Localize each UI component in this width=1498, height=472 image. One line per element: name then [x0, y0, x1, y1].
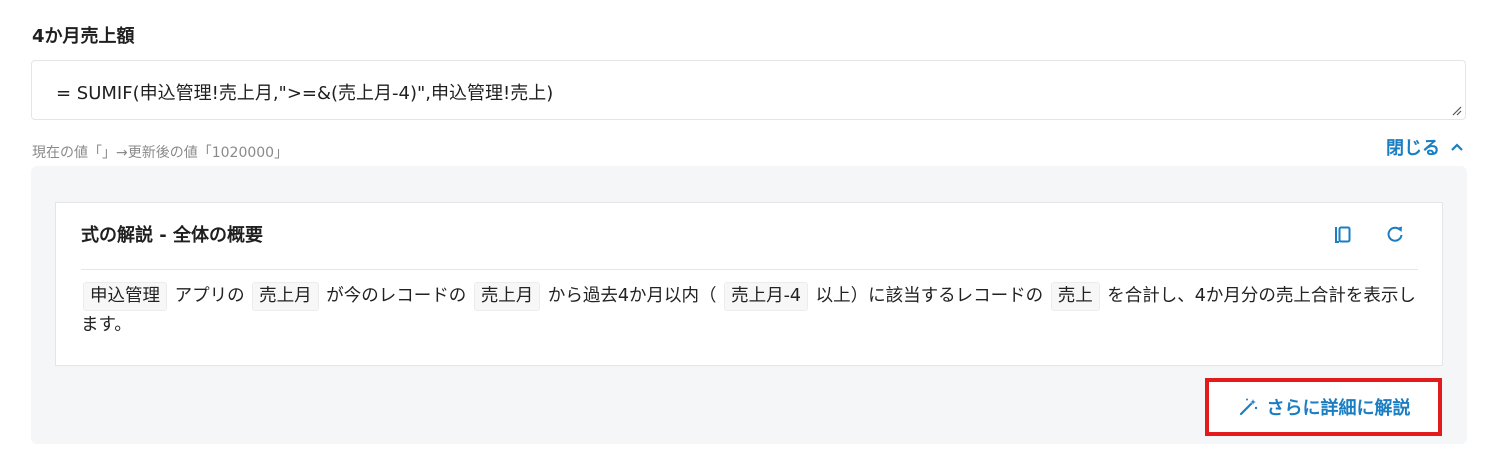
explanation-panel: 式の解説 - 全体の概要 申込管理 アプリの 売上月 が今のレコードの 売上月	[31, 166, 1467, 444]
card-divider	[81, 269, 1418, 270]
formula-textarea[interactable]: = SUMIF(申込管理!売上月,">=&(売上月-4)",申込管理!売上)	[31, 60, 1466, 120]
explanation-segment: が今のレコードの	[326, 286, 467, 306]
explanation-segment: 以上）に該当するレコードの	[815, 286, 1044, 306]
copy-icon	[1335, 226, 1351, 243]
resize-handle-icon[interactable]	[1450, 104, 1462, 116]
explanation-card: 式の解説 - 全体の概要 申込管理 アプリの 売上月 が今のレコードの 売上月	[55, 202, 1443, 366]
field-chip: 売上	[1050, 282, 1100, 311]
close-toggle-button[interactable]: 閉じる	[1386, 134, 1464, 160]
refresh-button[interactable]	[1384, 223, 1406, 245]
explanation-segment: アプリの	[174, 286, 245, 306]
more-detail-button[interactable]: さらに詳細に解説	[1205, 378, 1442, 436]
field-chip: 売上月	[473, 282, 541, 311]
value-change-status: 現在の値「」→更新後の値「1020000」	[32, 145, 289, 161]
card-actions	[1332, 223, 1406, 245]
card-title: 式の解説 - 全体の概要	[81, 225, 264, 246]
magic-wand-icon	[1239, 398, 1257, 416]
formula-text: = SUMIF(申込管理!売上月,">=&(売上月-4)",申込管理!売上)	[56, 83, 554, 104]
expression-chip: 売上月-4	[724, 282, 809, 311]
chevron-up-icon	[1451, 143, 1463, 151]
copy-button[interactable]	[1332, 223, 1354, 245]
refresh-icon	[1387, 226, 1403, 242]
field-label: 4か月売上額	[32, 26, 135, 47]
app-chip: 申込管理	[83, 282, 167, 311]
explanation-text: 申込管理 アプリの 売上月 が今のレコードの 売上月 から過去4か月以内（ 売上…	[81, 282, 1420, 340]
field-chip: 売上月	[252, 282, 319, 311]
close-toggle-label: 閉じる	[1386, 138, 1440, 159]
more-detail-label: さらに詳細に解説	[1266, 398, 1411, 419]
explanation-segment: から過去4か月以内（	[547, 286, 717, 306]
